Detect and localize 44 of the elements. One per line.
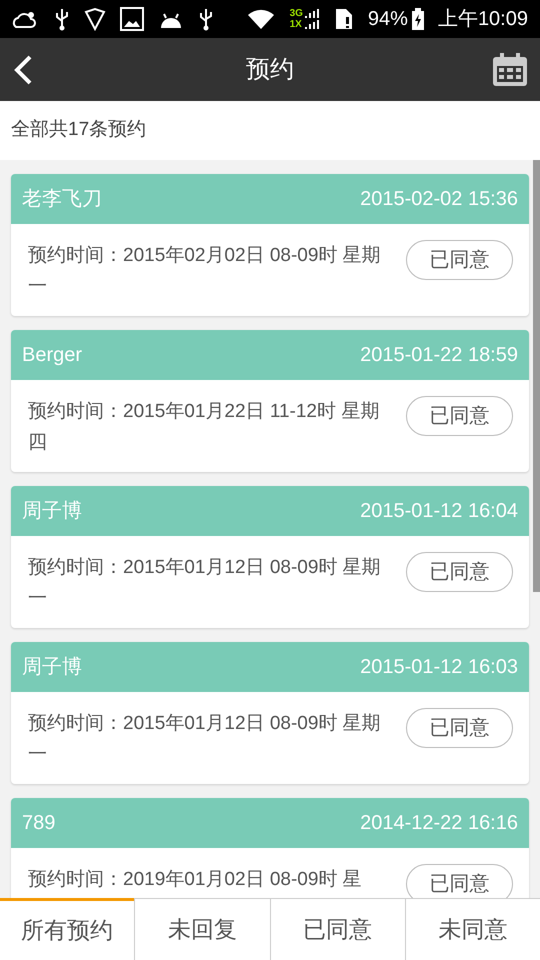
appointment-card[interactable]: Berger 2015-01-22 18:59 预约时间：2015年01月22日 11-12时 星期四 已同意 (11, 330, 529, 472)
sim-icon (334, 7, 354, 31)
clock: 上午10:09 (438, 7, 528, 32)
appointment-time: 预约时间：2015年01月12日 08-09时 星期一 (28, 712, 382, 767)
created-time: 2015-01-22 18:59 (360, 343, 518, 368)
appointment-card[interactable]: 周子博 2015-01-12 16:03 预约时间：2015年01月12日 08-09时 星期一 已同意 (11, 642, 529, 784)
wifi-icon (246, 7, 276, 31)
customer-name: 老李飞刀 (22, 187, 102, 212)
customer-name: Berger (22, 343, 82, 368)
created-time: 2015-02-02 15:36 (360, 187, 518, 212)
appointment-time: 预约时间：2015年01月12日 08-09时 星期一 (28, 556, 382, 611)
status-button[interactable]: 已同意 (406, 864, 513, 898)
battery-percent: 94% (368, 7, 408, 32)
appointment-time: 预约时间：2015年01月22日 11-12时 星期四 (28, 400, 380, 455)
status-button[interactable]: 已同意 (406, 396, 513, 436)
calendar-icon[interactable] (492, 52, 528, 86)
filter-tab[interactable]: 未回复 (134, 898, 270, 960)
appointment-time: 预约时间：2015年02月02日 08-09时 星期一 (28, 244, 382, 299)
back-icon[interactable] (12, 54, 34, 86)
customer-name: 周子博 (22, 499, 82, 524)
appointment-time: 预约时间：2019年01月02日 08-09时 星 (28, 868, 363, 892)
customer-name: 789 (22, 811, 56, 836)
page-title: 预约 (246, 54, 294, 84)
created-time: 2015-01-12 16:04 (360, 499, 518, 524)
filter-tab[interactable]: 未同意 (404, 898, 540, 960)
signal-icon (304, 7, 320, 31)
network-label: 1X (290, 19, 303, 30)
status-button[interactable]: 已同意 (406, 552, 513, 592)
usb-icon (54, 7, 70, 31)
customer-name: 周子博 (22, 655, 82, 680)
status-button[interactable]: 已同意 (406, 240, 513, 280)
status-button[interactable]: 已同意 (406, 708, 513, 748)
appointment-card[interactable]: 老李飞刀 2015-02-02 15:36 预约时间：2015年02月02日 08-09时 星期一 已同意 (11, 174, 529, 316)
image-icon (120, 7, 144, 31)
created-time: 2015-01-12 16:03 (360, 655, 518, 680)
filter-tab[interactable]: 已同意 (270, 898, 405, 960)
battery-icon (412, 8, 424, 30)
usb-icon (198, 7, 214, 31)
appointment-card[interactable]: 周子博 2015-01-12 16:04 预约时间：2015年01月12日 08-09时 星期一 已同意 (11, 486, 529, 628)
summary-text: 全部共17条预约 (11, 118, 146, 142)
created-time: 2014-12-22 16:16 (360, 811, 518, 836)
appointment-card[interactable]: 789 2014-12-22 16:16 预约时间：2019年01月02日 08-09时 星 已同意 (11, 798, 529, 898)
network-label: 3G (290, 8, 303, 19)
shield-icon (84, 7, 106, 31)
